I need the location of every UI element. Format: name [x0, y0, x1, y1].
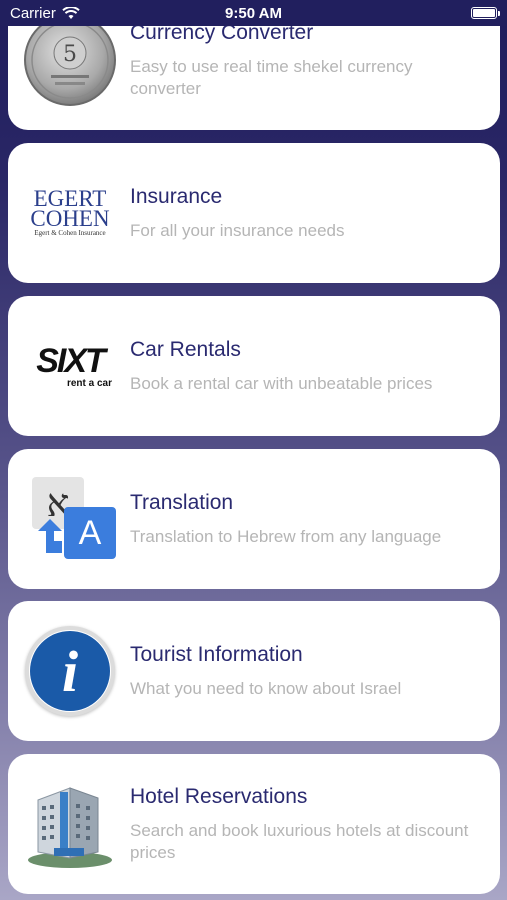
item-subtitle: Translation to Hebrew from any language — [130, 527, 442, 546]
item-title: Tourist Information — [130, 643, 303, 666]
svg-text:5: 5 — [63, 42, 77, 67]
translate-icon: א A — [20, 469, 120, 569]
item-title: Insurance — [130, 185, 223, 208]
item-subtitle: What you need to know about Israel — [130, 679, 402, 698]
wifi-icon — [62, 6, 80, 19]
carrier-label: Carrier — [10, 4, 56, 22]
list-item-insurance[interactable]: EGERT COHEN Egert & Cohen Insurance Insu… — [8, 143, 500, 283]
item-title: Translation — [130, 491, 234, 514]
battery-icon — [471, 7, 500, 19]
info-icon: i — [20, 621, 120, 721]
item-title: Hotel Reservations — [130, 785, 308, 808]
list-item-translation[interactable]: א A Translation Translation to Hebrew fr… — [8, 449, 500, 589]
egert-cohen-logo: EGERT COHEN Egert & Cohen Insurance — [30, 185, 110, 237]
item-subtitle: Search and book luxurious hotels at disc… — [130, 821, 469, 862]
list-item-car-rentals[interactable]: SIXT rent a car Car Rentals Book a renta… — [8, 296, 500, 436]
item-subtitle: Book a rental car with unbeatable prices — [130, 374, 433, 393]
sixt-logo: SIXT rent a car — [36, 341, 112, 389]
hotel-building-icon — [20, 774, 120, 874]
list-item-hotel-reservations[interactable]: Hotel Reservations Search and book luxur… — [8, 754, 500, 894]
status-bar: Carrier 9:50 AM — [0, 0, 507, 26]
item-title: Car Rentals — [130, 338, 241, 361]
item-subtitle: Easy to use real time shekel currency co… — [130, 57, 413, 98]
item-subtitle: For all your insurance needs — [130, 221, 345, 240]
list-item-tourist-information[interactable]: i Tourist Information What you need to k… — [8, 601, 500, 741]
